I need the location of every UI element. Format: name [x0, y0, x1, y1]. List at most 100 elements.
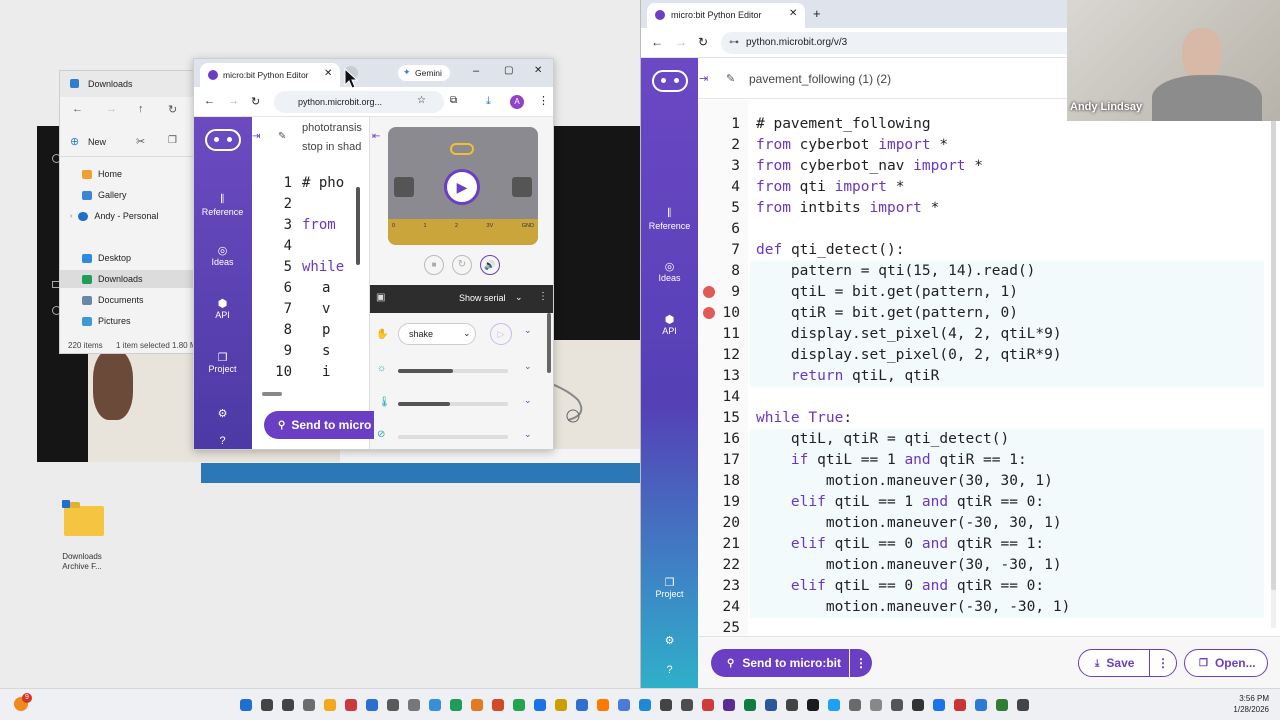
sidebar-item-ideas[interactable]: ◎ Ideas — [641, 260, 698, 283]
taskbar-app-icon[interactable] — [324, 699, 336, 711]
help-icon[interactable]: ? — [194, 435, 251, 447]
horizontal-scrollbar[interactable] — [262, 392, 282, 396]
open-button[interactable]: ❐ Open... — [1184, 649, 1268, 677]
project-name[interactable]: pavement_following (1) (2) — [749, 72, 891, 86]
taskbar-app-icon[interactable] — [303, 699, 315, 711]
taskbar-app-icon[interactable] — [933, 699, 945, 711]
taskbar-app-icon[interactable] — [471, 699, 483, 711]
code-line[interactable]: 4 from qti import * — [698, 177, 1268, 198]
code-line[interactable]: 7 def qti_detect(): — [698, 240, 1268, 261]
up-arrow-icon[interactable]: ↑ — [138, 103, 144, 115]
code-line[interactable]: 15 while True: — [698, 408, 1268, 429]
taskbar-app-icon[interactable] — [723, 699, 735, 711]
project-name-line1[interactable]: phototransis — [302, 122, 362, 134]
simulator-scrollbar[interactable] — [547, 313, 551, 373]
code-line[interactable]: 14 — [698, 387, 1268, 408]
light-slider[interactable] — [398, 369, 508, 373]
nav-item-onedrive[interactable]: › Andy - Personal — [70, 207, 158, 225]
code-line[interactable]: 11 display.set_pixel(4, 2, qtiL*9) — [698, 324, 1268, 345]
sidebar-item-api[interactable]: ⬢ API — [641, 313, 698, 336]
close-tab-icon[interactable]: ✕ — [789, 8, 797, 19]
taskbar-app-icon[interactable] — [639, 699, 651, 711]
taskbar-app-icon[interactable] — [807, 699, 819, 711]
back-arrow-icon[interactable]: ← — [72, 103, 83, 115]
forward-icon[interactable]: → — [228, 95, 239, 107]
new-tab-plus-icon[interactable]: + — [813, 6, 821, 21]
refresh-icon[interactable]: ↻ — [168, 103, 177, 116]
button-b[interactable] — [512, 177, 532, 197]
settings-gear-icon[interactable]: ⚙ — [194, 407, 251, 420]
settings-gear-icon[interactable]: ⚙ — [641, 634, 698, 647]
collapse-sidebar-icon[interactable]: ⇥ — [252, 131, 260, 142]
code-scrollbar[interactable] — [356, 187, 360, 265]
code-line[interactable]: 2 from cyberbot import * — [698, 135, 1268, 156]
nav-item-downloads[interactable]: Downloads — [60, 270, 200, 288]
close-window-icon[interactable]: ✕ — [534, 65, 542, 76]
taskbar-app-icon[interactable] — [492, 699, 504, 711]
collapse-sidebar-icon[interactable]: ⇥ — [699, 72, 708, 85]
code-line[interactable]: 23 elif qtiL == 0 and qtiR == 0: — [698, 576, 1268, 597]
taskbar-app-icon[interactable] — [408, 699, 420, 711]
back-icon[interactable]: ← — [651, 35, 663, 49]
reload-icon[interactable]: ↻ — [698, 35, 708, 49]
expand-chevron-icon[interactable]: ⌄ — [524, 325, 532, 336]
sidebar-item-api[interactable]: ⬢ API — [194, 297, 251, 320]
extensions-icon[interactable]: ⧉ — [450, 95, 457, 106]
taskbar-app-icon[interactable] — [870, 699, 882, 711]
taskbar-app-icon[interactable] — [282, 699, 294, 711]
help-icon[interactable]: ? — [641, 664, 698, 676]
code-line[interactable]: 18 motion.maneuver(30, 30, 1) — [698, 471, 1268, 492]
minimize-icon[interactable]: – — [473, 65, 479, 77]
collapse-simulator-icon[interactable]: ⇤ — [372, 131, 380, 142]
sidebar-item-project[interactable]: ❐ Project — [641, 576, 698, 599]
taskbar-app-icon[interactable] — [240, 699, 252, 711]
nav-item-documents[interactable]: Documents — [82, 291, 144, 309]
taskbar-app-icon[interactable] — [891, 699, 903, 711]
taskbar-app-icon[interactable] — [849, 699, 861, 711]
edit-pencil-icon[interactable]: ✎ — [726, 72, 735, 85]
taskbar-app-icon[interactable] — [1017, 699, 1029, 711]
code-line[interactable]: 22 motion.maneuver(30, -30, 1) — [698, 555, 1268, 576]
expand-chevron-icon[interactable]: ⌄ — [524, 361, 532, 372]
taskbar-app-icon[interactable] — [996, 699, 1008, 711]
taskbar-app-icon[interactable] — [912, 699, 924, 711]
download-icon[interactable]: ⤓ — [486, 95, 491, 108]
code-line[interactable]: 12 display.set_pixel(0, 2, qtiR*9) — [698, 345, 1268, 366]
taskbar-app-icon[interactable] — [975, 699, 987, 711]
code-editor[interactable]: 1 # pavement_following 2 from cyberbot impo… — [698, 100, 1280, 640]
profile-avatar[interactable]: A — [510, 95, 524, 109]
taskbar-app-icon[interactable] — [765, 699, 777, 711]
taskbar-app-icon[interactable] — [702, 699, 714, 711]
taskbar-app-icon[interactable] — [555, 699, 567, 711]
site-info-icon[interactable]: ⊶ — [729, 37, 739, 48]
code-line[interactable]: 19 elif qtiL == 1 and qtiR == 0: — [698, 492, 1268, 513]
sidebar-item-reference[interactable]: 𝄃 Reference — [194, 192, 251, 217]
code-line[interactable]: 20 motion.maneuver(-30, 30, 1) — [698, 513, 1268, 534]
forward-arrow-icon[interactable]: → — [106, 103, 117, 115]
temperature-slider[interactable] — [398, 402, 508, 406]
reload-icon[interactable]: ↻ — [251, 95, 260, 108]
stop-icon[interactable]: ■ — [424, 255, 444, 275]
expand-chevron-icon[interactable]: ⌄ — [524, 429, 532, 440]
browser-tab-active[interactable]: micro:bit Python Editor ✕ — [200, 63, 340, 87]
taskbar-app-icon[interactable] — [261, 699, 273, 711]
nav-item-pictures[interactable]: Pictures — [82, 312, 131, 330]
save-button[interactable]: ⤓ Save — [1078, 649, 1150, 677]
gesture-select[interactable]: shake ⌄ — [398, 323, 476, 345]
taskbar-app-icon[interactable] — [429, 699, 441, 711]
taskbar-app-icon[interactable] — [597, 699, 609, 711]
send-to-microbit-button-small[interactable]: ⚲ Send to micro — [264, 411, 374, 439]
desktop-icon-downloads-archive[interactable]: Downloads Archive F... — [55, 500, 109, 580]
sidebar-item-reference[interactable]: 𝄃 Reference — [641, 206, 698, 231]
menu-kebab-icon[interactable]: ⋮ — [538, 94, 549, 107]
maximize-icon[interactable]: ▢ — [504, 65, 513, 76]
code-line[interactable]: 5 from intbits import * — [698, 198, 1268, 219]
show-serial-button[interactable]: Show serial — [459, 293, 506, 303]
nav-item-home[interactable]: Home — [82, 165, 122, 183]
taskbar-app-icon[interactable] — [366, 699, 378, 711]
explorer-tab-title[interactable]: Downloads — [88, 79, 133, 89]
close-tab-icon[interactable]: ✕ — [324, 68, 332, 79]
taskbar-app-icon[interactable] — [786, 699, 798, 711]
taskbar-app-icon[interactable] — [618, 699, 630, 711]
code-editor-small[interactable]: 1 # pho 2 3 from 4 5 while 6 a 7 v 8 p 9 s 10 i — [252, 173, 367, 393]
